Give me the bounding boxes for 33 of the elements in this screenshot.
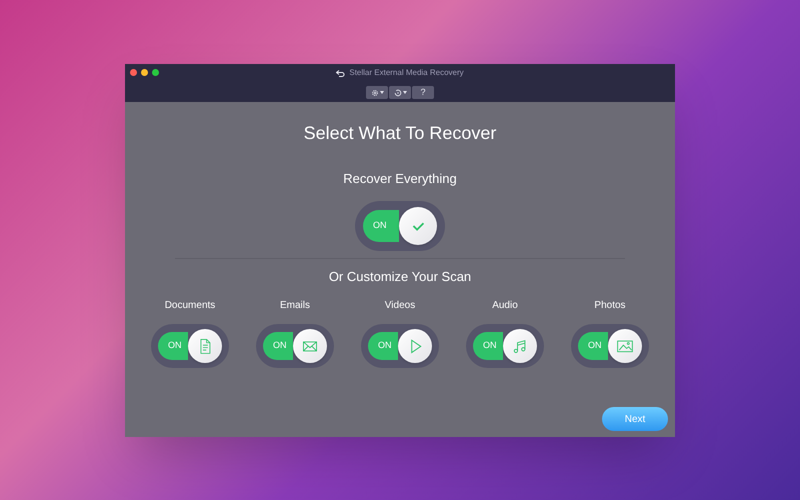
next-button[interactable]: Next [602, 407, 668, 431]
minimize-button[interactable] [141, 69, 148, 76]
back-arrow-icon [336, 70, 346, 76]
category-label: Audio [492, 299, 518, 313]
toggle-track: ON [473, 332, 503, 360]
category-label: Documents [164, 299, 216, 313]
toggle-switch[interactable]: ON [571, 324, 649, 368]
toggle-track: ON [263, 332, 293, 360]
history-button[interactable] [389, 86, 411, 99]
clock-arrow-icon [394, 88, 402, 96]
toggle-switch[interactable]: ON [256, 324, 334, 368]
toggle-track: ON [158, 332, 188, 360]
window-title: Stellar External Media Recovery [349, 67, 464, 79]
category-label: Emails [280, 299, 310, 313]
close-button[interactable] [130, 69, 137, 76]
zoom-button[interactable] [152, 69, 159, 76]
toggle-track: ON [368, 332, 398, 360]
caret-icon [380, 91, 384, 94]
recover-everything-label: Recover Everything [343, 170, 457, 188]
toggle-switch[interactable]: ON [466, 324, 544, 368]
settings-icon [370, 88, 378, 96]
page-heading: Select What To Recover [304, 122, 496, 145]
settings-button[interactable] [366, 86, 388, 99]
category-label: Photos [594, 299, 626, 313]
toggle-switch[interactable]: ON [355, 200, 445, 250]
help-button[interactable]: ? [412, 86, 434, 99]
caret-icon [402, 91, 406, 94]
category-label: Videos [384, 299, 416, 313]
toggle-switch[interactable]: ON [361, 324, 439, 368]
section-heading: Or Customize Your Scan [328, 268, 472, 286]
toggle-track: ON [363, 210, 399, 242]
toggle-track: ON [578, 332, 608, 360]
toggle-switch[interactable]: ON [151, 324, 229, 368]
